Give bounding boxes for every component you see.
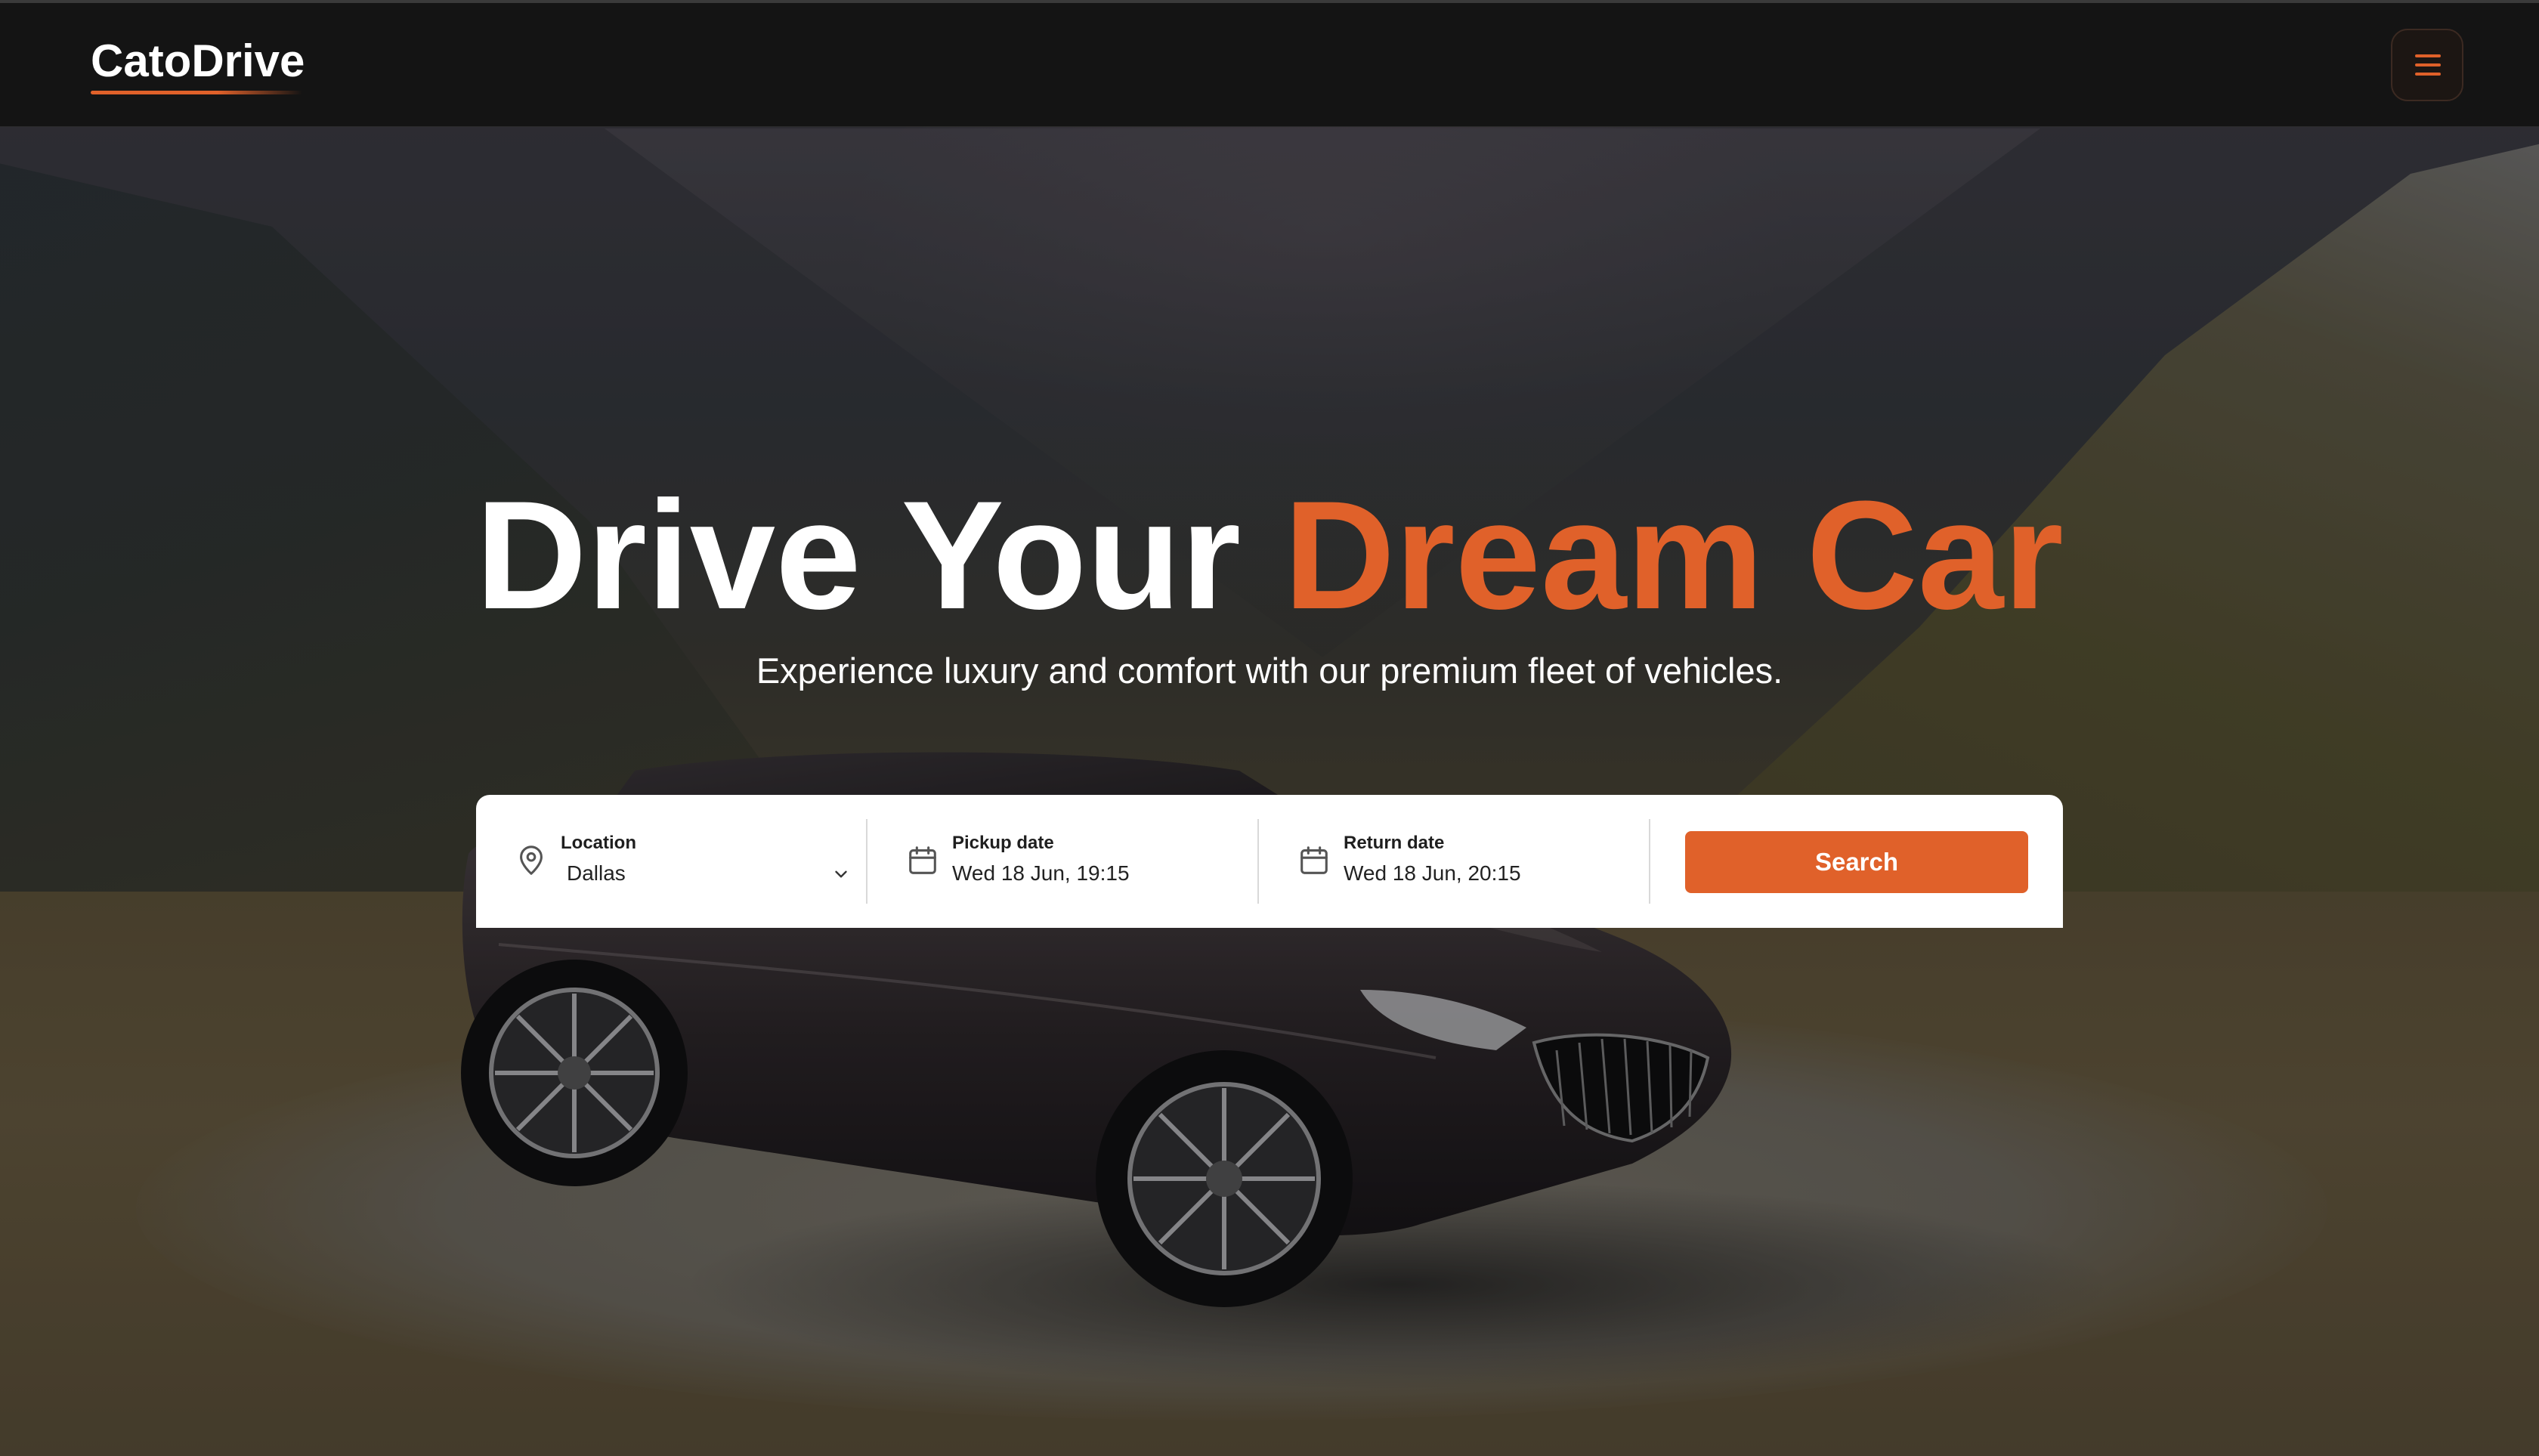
- search-button[interactable]: Search: [1685, 831, 2028, 893]
- calendar-icon: [1300, 846, 1328, 874]
- field-divider: [1649, 819, 1650, 904]
- hero-title: Drive Your Dream Car: [0, 468, 2539, 642]
- logo[interactable]: CatoDrive: [91, 35, 305, 87]
- hero-subtitle: Experience luxury and comfort with our p…: [756, 651, 1783, 691]
- pickup-date-value: Wed 18 Jun, 19:15: [952, 861, 1130, 885]
- page: CatoDrive Drive Your Dream Car Experienc…: [0, 0, 2539, 1456]
- menu-button[interactable]: [2391, 29, 2463, 101]
- map-pin-icon: [520, 845, 543, 875]
- booking-search-bar: Location Dallas Pickup date Wed 18 Jun, …: [476, 795, 2063, 928]
- pickup-date-field[interactable]: Pickup date Wed 18 Jun, 19:15: [867, 795, 1259, 928]
- hamburger-menu-icon: [2415, 54, 2441, 76]
- chevron-down-icon: [835, 870, 847, 878]
- return-date-label: Return date: [1344, 833, 1445, 853]
- return-date-field[interactable]: Return date Wed 18 Jun, 20:15: [1259, 795, 1650, 928]
- hero-title-accent: Dream Car: [1283, 469, 2064, 641]
- logo-underline: [91, 91, 302, 94]
- location-value: Dallas: [567, 861, 626, 885]
- hero-title-main: Drive Your: [475, 469, 1242, 641]
- hero-overlay: [0, 0, 2539, 1456]
- location-select[interactable]: Location Dallas: [476, 795, 867, 928]
- return-date-value: Wed 18 Jun, 20:15: [1344, 861, 1521, 885]
- location-label: Location: [561, 833, 636, 853]
- pickup-date-label: Pickup date: [952, 833, 1054, 853]
- site-header: CatoDrive: [0, 0, 2539, 127]
- calendar-icon: [909, 846, 936, 874]
